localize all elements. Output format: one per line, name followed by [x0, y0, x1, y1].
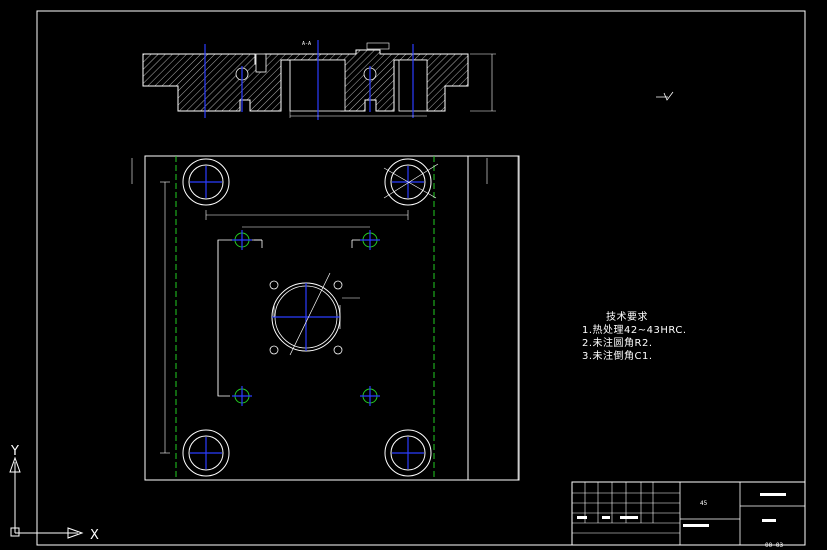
- screw-hole-2: [360, 230, 380, 250]
- title-block-drawing-no: 00-03: [765, 542, 783, 549]
- screw-hole-3: [232, 386, 252, 406]
- roughness-symbol: [656, 91, 674, 101]
- tech-req-item-3: 3.未注倒角C1.: [582, 351, 653, 362]
- ucs-x-label: X: [90, 528, 99, 543]
- technical-requirements: 技术要求 1.热处理42~43HRC. 2.未注圆角R2. 3.未注倒角C1.: [582, 311, 687, 363]
- section-label: A-A: [302, 41, 311, 47]
- cad-drawing-canvas[interactable]: A-A 45 00-03 Y X: [0, 0, 827, 550]
- screw-hole-1: [232, 230, 252, 250]
- section-view: A-A: [142, 40, 674, 120]
- plan-view: [131, 155, 520, 481]
- guide-hole-top-right: [383, 158, 439, 206]
- central-bore: [271, 272, 360, 356]
- section-leader-box: [366, 42, 390, 50]
- guide-hole-bottom-right: [384, 429, 432, 477]
- title-block: 45 00-03: [571, 481, 806, 549]
- small-hole-1: [269, 280, 279, 290]
- ucs-y-label: Y: [10, 444, 19, 459]
- small-hole-4: [333, 345, 343, 355]
- tech-req-title: 技术要求: [606, 312, 648, 323]
- title-block-material: 45: [700, 500, 708, 507]
- screw-hole-4: [360, 386, 380, 406]
- small-hole-2: [333, 280, 343, 290]
- tech-req-item-1: 1.热处理42~43HRC.: [582, 325, 687, 336]
- guide-hole-top-left: [182, 158, 230, 206]
- small-hole-3: [269, 345, 279, 355]
- ucs-icon: Y X: [9, 444, 99, 543]
- screw-pattern-outline: [217, 239, 262, 397]
- guide-hole-bottom-left: [182, 429, 230, 477]
- section-screw-slot: [255, 53, 267, 73]
- tech-req-item-2: 2.未注圆角R2.: [582, 338, 653, 349]
